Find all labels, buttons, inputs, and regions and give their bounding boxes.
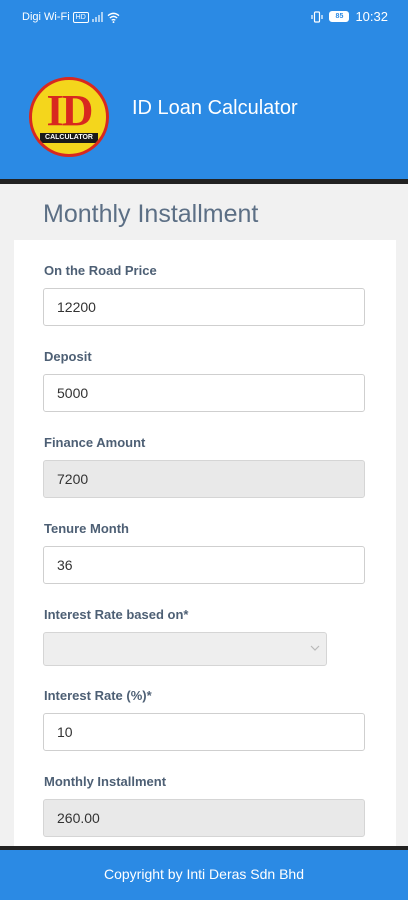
copyright-text: Copyright by Inti Deras Sdn Bhd [104,866,304,882]
logo-calculator-text: CALCULATOR [40,133,98,143]
status-left: Digi Wi-Fi HD [22,11,120,23]
monthly-installment-field: 260.00 [43,799,365,837]
form-card [14,240,396,846]
finance-amount-field: 7200 [43,460,365,498]
vibrate-icon [311,10,324,23]
page-title: Monthly Installment [43,200,259,228]
signal-icon [91,12,103,22]
deposit-input[interactable]: 5000 [43,374,365,412]
footer: Copyright by Inti Deras Sdn Bhd [0,846,408,900]
tenure-input[interactable]: 36 [43,546,365,584]
app-logo: ID CALCULATOR [29,77,109,157]
chevron-down-icon [310,645,320,651]
interest-rate-label: Interest Rate (%)* [44,688,152,703]
deposit-label: Deposit [44,349,92,364]
interest-rate-input[interactable]: 10 [43,713,365,751]
tenure-label: Tenure Month [44,521,129,536]
app-bar: ID CALCULATOR ID Loan Calculator [0,34,408,179]
status-right: 85 10:32 [311,9,388,24]
road-price-label: On the Road Price [44,263,157,278]
wifi-icon [107,12,120,23]
interest-basis-label: Interest Rate based on* [44,607,189,622]
app-title: ID Loan Calculator [132,97,298,119]
battery-icon: 85 [329,11,350,22]
wifi-badge: HD [72,11,89,23]
finance-amount-label: Finance Amount [44,435,146,450]
carrier-text: Digi Wi-Fi [22,11,70,23]
monthly-installment-label: Monthly Installment [44,774,167,789]
footer-divider [0,846,408,850]
logo-id-text: ID [46,86,94,135]
road-price-input[interactable]: 12200 [43,288,365,326]
interest-basis-select[interactable] [43,632,327,666]
status-bar: Digi Wi-Fi HD 85 10:32 [0,0,408,34]
clock-text: 10:32 [355,9,388,24]
